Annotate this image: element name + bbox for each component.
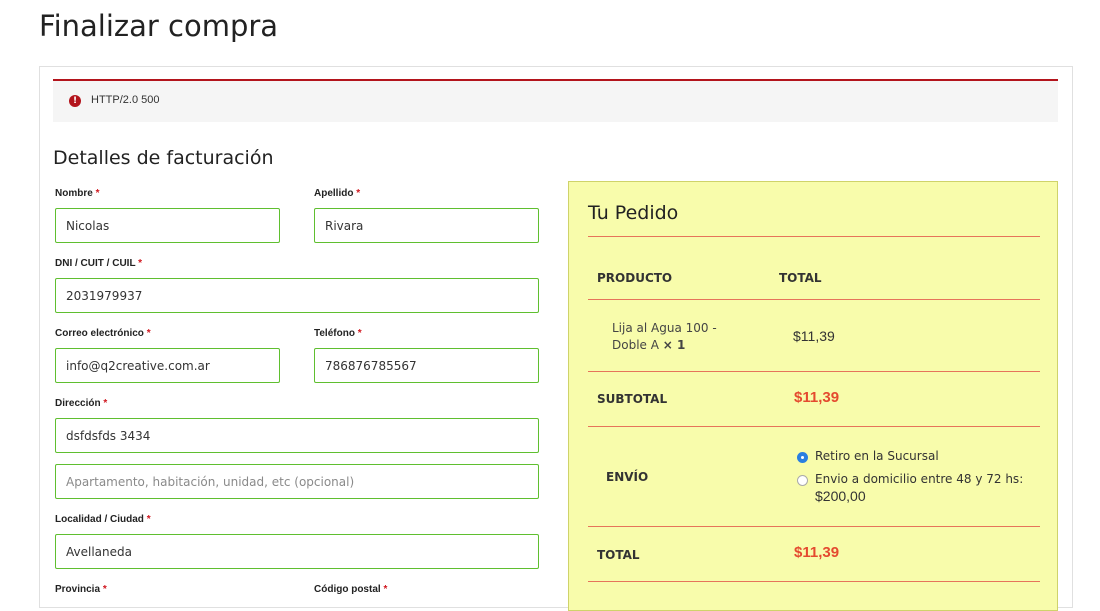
shipping-label: ENVÍO: [606, 470, 649, 484]
email-input[interactable]: [55, 348, 280, 383]
total-label: TOTAL: [597, 548, 640, 562]
first-name-label: Nombre *: [55, 188, 100, 199]
last-name-input[interactable]: [314, 208, 539, 243]
dni-label: DNI / CUIT / CUIL *: [55, 258, 143, 269]
shipping-pickup-label[interactable]: Retiro en la Sucursal: [815, 449, 939, 463]
divider: [588, 526, 1040, 527]
divider: [588, 426, 1040, 427]
phone-input[interactable]: [314, 348, 539, 383]
address2-input[interactable]: [55, 464, 539, 499]
postcode-label: Código postal *: [314, 584, 388, 595]
city-input[interactable]: [55, 534, 539, 569]
page-title: Finalizar compra: [39, 9, 279, 43]
total-header: TOTAL: [779, 271, 822, 285]
address-input[interactable]: [55, 418, 539, 453]
first-name-input[interactable]: [55, 208, 280, 243]
error-message: HTTP/2.0 500: [91, 94, 160, 106]
product-qty: × 1: [662, 338, 686, 352]
dni-input[interactable]: [55, 278, 539, 313]
product-header: PRODUCTO: [597, 271, 673, 285]
divider: [588, 299, 1040, 300]
shipping-delivery-cost: $200,00: [815, 488, 866, 504]
order-summary: Tu Pedido PRODUCTO TOTAL Lija al Agua 10…: [568, 181, 1058, 611]
total-value: $11,39: [794, 544, 840, 561]
phone-label: Teléfono *: [314, 328, 362, 339]
shipping-delivery-radio[interactable]: [797, 475, 808, 486]
shipping-pickup-radio[interactable]: [797, 452, 808, 463]
divider: [588, 371, 1040, 372]
subtotal-label: SUBTOTAL: [597, 392, 668, 406]
city-label: Localidad / Ciudad *: [55, 514, 151, 525]
subtotal-value: $11,39: [794, 389, 840, 406]
error-notice: ! HTTP/2.0 500: [53, 79, 1058, 122]
divider: [588, 581, 1040, 582]
shipping-delivery-label[interactable]: Envio a domicilio entre 48 y 72 hs:: [815, 472, 1023, 486]
province-label: Provincia *: [55, 584, 107, 595]
divider: [588, 236, 1040, 237]
last-name-label: Apellido *: [314, 188, 361, 199]
order-title: Tu Pedido: [588, 202, 679, 224]
exclamation-icon: !: [69, 95, 81, 107]
billing-details-title: Detalles de facturación: [53, 147, 274, 169]
address-label: Dirección *: [55, 398, 108, 409]
email-label: Correo electrónico *: [55, 328, 151, 339]
product-name: Lija al Agua 100 - Doble A × 1: [612, 321, 717, 352]
product-price: $11,39: [793, 328, 835, 344]
